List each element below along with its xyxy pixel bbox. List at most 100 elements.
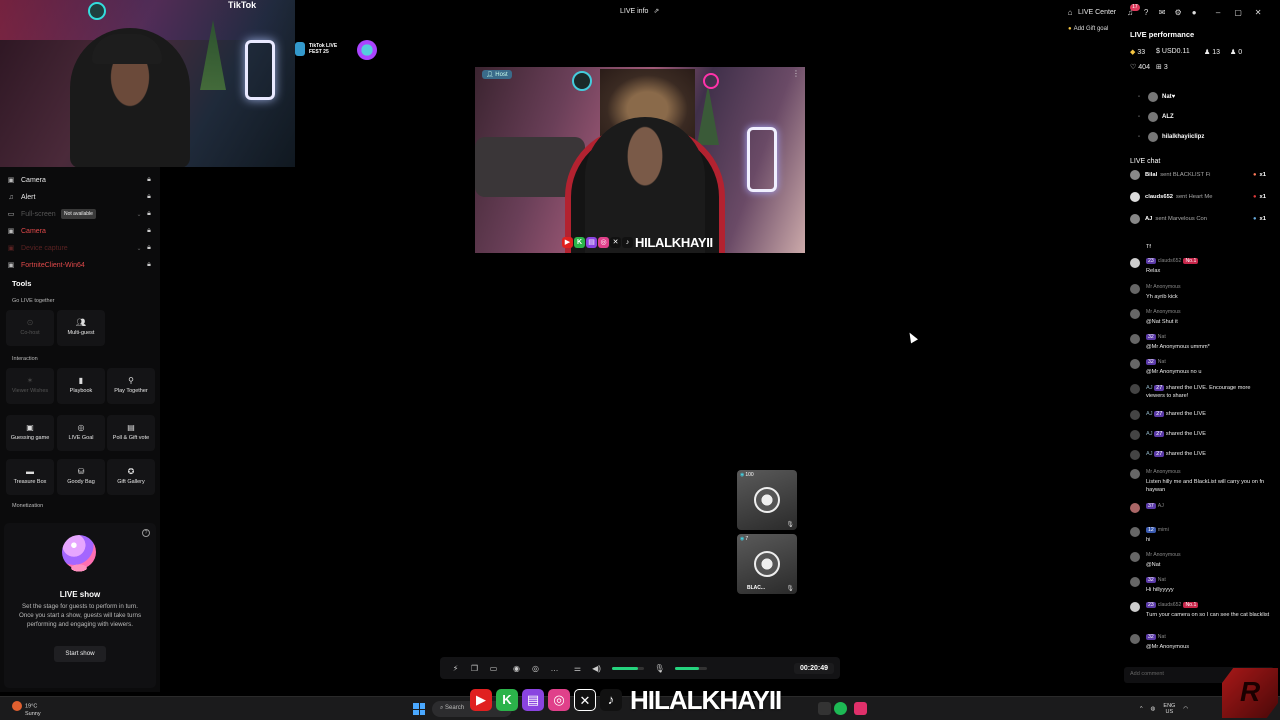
chat-username[interactable]: AJ [1146, 411, 1153, 417]
lock-icon[interactable]: 🔒︎ [144, 261, 154, 269]
lock-icon[interactable]: 🔒︎ [144, 193, 154, 201]
top-viewer-name: hilalkhayiiclipz [1162, 134, 1205, 140]
co-host-tile[interactable]: ⊙ Co-host [6, 310, 54, 346]
notification-bell-icon[interactable]: ♫ 17 [1122, 3, 1140, 17]
level-badge: 27 [1154, 431, 1165, 437]
lock-icon[interactable]: 🔒︎ [144, 227, 154, 235]
add-gift-goal-button[interactable]: ● Add Gift goal [1068, 26, 1108, 32]
minimize-icon[interactable]: – [1210, 8, 1226, 17]
clip-icon[interactable]: ◎ [526, 664, 545, 673]
gift-multiplier: x1 [1259, 194, 1266, 200]
messages-icon[interactable]: ✉ [1154, 8, 1170, 17]
host-video-feed: 👤︎ Host ⋮ ▶ K ▤ ◎ ✕ ♪ HILALKHAYII [475, 67, 805, 253]
viewer-wishes-tile[interactable]: ✶ Viewer Wishes [6, 368, 54, 404]
live-info-title[interactable]: LIVE info ⇗ [620, 7, 659, 15]
goody-bag-tile[interactable]: ⛁ Goody Bag [57, 459, 105, 495]
network-icon[interactable]: ◍ [1151, 706, 1156, 712]
source-device-capture[interactable]: ▣ Device capture ⌄ 🔒︎ [6, 241, 154, 255]
chat-username[interactable]: Mr Anonymous [1146, 284, 1181, 290]
more-icon[interactable]: … [545, 664, 564, 673]
chat-username[interactable]: AJ [1158, 503, 1164, 509]
chat-username[interactable]: clauds652 [1158, 258, 1182, 264]
tile-label: Poll & Gift vote [112, 434, 150, 441]
display-icon: ▭ [7, 211, 15, 218]
chat-username[interactable]: Nat [1158, 359, 1166, 365]
more-options-icon[interactable]: ⋮ [792, 69, 800, 78]
guessing-game-tile[interactable]: ▣ Guessing game [6, 415, 54, 451]
settings-gear-icon[interactable]: ⚙ [1170, 8, 1186, 17]
help-icon[interactable]: ? [142, 529, 150, 537]
chat-username[interactable]: AJ [1146, 451, 1153, 457]
source-camera[interactable]: ▣ Camera 🔒︎ [6, 173, 154, 187]
chevron-down-icon[interactable]: ⌄ [134, 245, 144, 252]
source-camera-error[interactable]: ▣ Camera 🔒︎ [6, 224, 154, 238]
poll-gift-vote-tile[interactable]: ▤ Poll & Gift vote [107, 415, 155, 451]
top-viewer-row[interactable]: - Nat ♥ [1138, 90, 1175, 104]
close-icon[interactable]: ✕ [1250, 8, 1266, 17]
source-alert[interactable]: ♫ Alert 🔒︎ [6, 190, 154, 204]
language-indicator[interactable]: ENG US [1163, 703, 1175, 715]
layers-icon[interactable]: ❐ [465, 664, 484, 673]
screen-icon[interactable]: ▭ [484, 664, 503, 673]
chat-username[interactable]: Nat [1158, 577, 1166, 583]
wifi-icon[interactable]: ◠ [1183, 706, 1188, 712]
playbook-tile[interactable]: ▮ Playbook [57, 368, 105, 404]
chat-username[interactable]: Mr Anonymous [1146, 309, 1181, 315]
chevron-up-icon[interactable]: ^ [1140, 706, 1143, 712]
windows-start-icon[interactable] [413, 703, 425, 715]
guest-tile-1[interactable]: 100 🎙︎ [737, 470, 797, 530]
lock-icon[interactable]: 🔒︎ [144, 176, 154, 184]
guest-viewer-count: 100 [740, 472, 753, 478]
mic-icon[interactable]: 🎙︎ [786, 585, 794, 592]
chat-username[interactable]: AJ [1146, 385, 1153, 391]
youtube-icon: ▶ [470, 689, 492, 711]
avatar [1130, 258, 1140, 268]
top-viewer-row[interactable]: - ALZ [1138, 110, 1174, 124]
multi-guest-tile[interactable]: 👥︎ Multi-guest [57, 310, 105, 346]
chat-username[interactable]: mimi [1158, 527, 1169, 533]
maximize-icon[interactable]: ▢ [1230, 8, 1246, 17]
speaker-icon[interactable]: ◀) [587, 664, 606, 673]
weather-widget[interactable]: 19°C Sunny [12, 701, 41, 718]
chat-username[interactable]: clauds652 [1158, 602, 1182, 608]
lock-icon[interactable]: 🔒︎ [144, 244, 154, 252]
spotify-icon[interactable] [834, 702, 847, 715]
chat-username[interactable]: Mr Anonymous [1146, 552, 1181, 558]
tiktok-live-studio-icon[interactable] [854, 702, 867, 715]
play-together-tile[interactable]: ⚲ Play Together [107, 368, 155, 404]
mic-icon[interactable]: 🎙︎ [786, 521, 794, 528]
mixer-icon[interactable]: ⚌ [568, 664, 587, 673]
share-icon [1130, 410, 1140, 420]
chat-username[interactable]: AJ [1146, 431, 1153, 437]
guest-tile-2[interactable]: 7 BLAC... 🎙︎ [737, 534, 797, 594]
chat-message-text: Listen hilly me and BlackList will carry… [1146, 479, 1265, 493]
bell-icon: ♫ [8, 193, 14, 201]
level-badge: 27 [1154, 451, 1165, 457]
gift-gallery-tile[interactable]: ✪ Gift Gallery [107, 459, 155, 495]
chat-username[interactable]: Nat [1158, 634, 1166, 640]
record-icon[interactable]: ◉ [507, 664, 526, 673]
lightbulb-icon: ● [1068, 26, 1072, 32]
app-icon[interactable] [818, 702, 831, 715]
speaker-volume-slider[interactable] [612, 666, 644, 670]
diamonds-stat: ◆ 33 [1130, 48, 1145, 56]
avatar[interactable]: ● [1186, 8, 1202, 17]
rank-badge: No.1 [1183, 258, 1199, 264]
treasure-box-tile[interactable]: ▬ Treasure Box [6, 459, 54, 495]
help-circle-icon[interactable]: ? [1138, 8, 1154, 17]
home-icon[interactable]: ⌂ [1062, 8, 1078, 17]
share-icon [1130, 384, 1140, 394]
lock-icon[interactable]: 🔒︎ [144, 210, 154, 218]
chat-username[interactable]: Nat [1158, 334, 1166, 340]
magic-wand-icon[interactable]: ⚡ [446, 664, 465, 673]
top-viewer-row[interactable]: - hilalkhayiiclipz [1138, 130, 1204, 144]
chat-username[interactable]: Mr Anonymous [1146, 469, 1181, 475]
source-fortnite[interactable]: ▣ FortniteClient-Win64 🔒︎ [6, 258, 154, 272]
mic-volume-slider[interactable] [675, 666, 707, 670]
microphone-icon[interactable]: 🎙︎ [650, 664, 669, 673]
live-center-link[interactable]: LIVE Center [1078, 9, 1116, 16]
share-icon[interactable]: ⇗ [653, 8, 659, 15]
start-show-button[interactable]: Start show [54, 646, 106, 662]
live-goal-tile[interactable]: ◎ LIVE Goal [57, 415, 105, 451]
chevron-down-icon[interactable]: ⌄ [134, 211, 144, 218]
